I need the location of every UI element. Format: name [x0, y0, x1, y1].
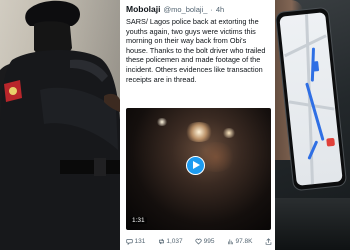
tweet-actions: 131 1,037 995 97.8K: [126, 236, 272, 247]
play-icon[interactable]: [186, 156, 205, 175]
reply-count: 131: [134, 238, 146, 245]
video-duration: 1:31: [130, 217, 147, 224]
phone-device: [275, 7, 347, 191]
share-button[interactable]: [265, 238, 272, 245]
retweet-button[interactable]: 1,037: [158, 238, 183, 245]
officer-figure: [0, 0, 120, 250]
tweet-card[interactable]: Mobolaji @mo_bolaji_ · 4h SARS/ Lagos po…: [120, 0, 275, 250]
tweet-header: Mobolaji @mo_bolaji_ · 4h: [126, 4, 270, 15]
reply-icon: [126, 239, 133, 245]
share-icon: [265, 238, 272, 245]
retweet-count: 1,037: [166, 238, 183, 245]
tweet-text: SARS/ Lagos police back at extorting the…: [126, 17, 266, 84]
reply-button[interactable]: 131: [126, 238, 145, 245]
like-count: 995: [203, 238, 215, 245]
video-frame-light: [156, 118, 168, 126]
like-button[interactable]: 995: [195, 238, 215, 245]
views-button[interactable]: 97.8K: [227, 238, 253, 245]
car-dashboard: [275, 198, 350, 250]
video-frame-light: [222, 128, 236, 138]
police-officer-photo: [0, 0, 120, 250]
views-icon: [228, 239, 233, 245]
author-name[interactable]: Mobolaji: [126, 4, 160, 14]
retweet-icon: [158, 238, 164, 245]
tweet-time[interactable]: 4h: [216, 5, 224, 14]
views-count: 97.8K: [235, 238, 253, 245]
location-pin-icon: [326, 137, 336, 147]
separator-dot: ·: [210, 5, 213, 14]
like-icon: [195, 238, 202, 245]
author-handle[interactable]: @mo_bolaji_: [163, 5, 207, 14]
map-marker-icon: [312, 61, 320, 72]
phone-in-car-photo: [275, 0, 350, 250]
video-player[interactable]: 1:31: [126, 108, 271, 230]
video-frame-light: [184, 122, 214, 142]
